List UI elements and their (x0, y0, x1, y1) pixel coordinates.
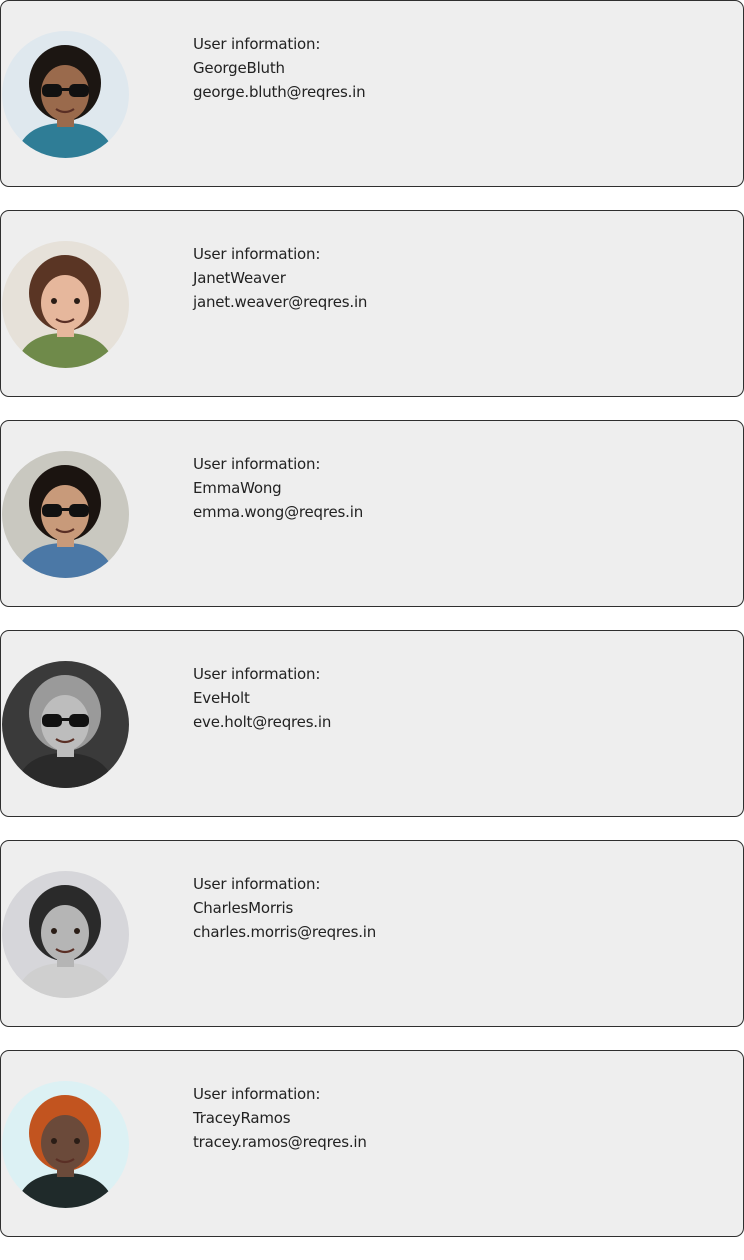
avatar (2, 451, 129, 578)
portrait-image (2, 871, 129, 998)
user-name: EmmaWong (193, 479, 282, 497)
portrait-image (2, 1081, 129, 1208)
user-info-heading: User information: (193, 1085, 321, 1103)
user-card: User information: EmmaWong emma.wong@req… (0, 420, 744, 607)
user-email: eve.holt@reqres.in (193, 713, 332, 731)
avatar (2, 871, 129, 998)
avatar (2, 241, 129, 368)
user-info: User information: TraceyRamos tracey.ram… (193, 1082, 367, 1154)
avatar (2, 661, 129, 788)
user-info: User information: GeorgeBluth george.blu… (193, 32, 366, 104)
user-card: User information: TraceyRamos tracey.ram… (0, 1050, 744, 1237)
avatar (2, 1081, 129, 1208)
user-name: JanetWeaver (193, 269, 286, 287)
user-info: User information: JanetWeaver janet.weav… (193, 242, 367, 314)
user-name: EveHolt (193, 689, 250, 707)
user-email: charles.morris@reqres.in (193, 923, 377, 941)
user-card: User information: GeorgeBluth george.blu… (0, 0, 744, 187)
portrait-image (2, 661, 129, 788)
user-info: User information: CharlesMorris charles.… (193, 872, 376, 944)
user-card: User information: EveHolt eve.holt@reqre… (0, 630, 744, 817)
user-email: tracey.ramos@reqres.in (193, 1133, 367, 1151)
user-email: janet.weaver@reqres.in (193, 293, 368, 311)
user-info: User information: EmmaWong emma.wong@req… (193, 452, 363, 524)
portrait-image (2, 31, 129, 158)
user-info-heading: User information: (193, 455, 321, 473)
portrait-image (2, 451, 129, 578)
avatar (2, 31, 129, 158)
user-email: emma.wong@reqres.in (193, 503, 363, 521)
user-name: TraceyRamos (193, 1109, 291, 1127)
user-info-heading: User information: (193, 665, 321, 683)
user-info-heading: User information: (193, 245, 321, 263)
user-info-heading: User information: (193, 35, 321, 53)
user-info-heading: User information: (193, 875, 321, 893)
user-email: george.bluth@reqres.in (193, 83, 366, 101)
user-name: CharlesMorris (193, 899, 294, 917)
portrait-image (2, 241, 129, 368)
user-card: User information: JanetWeaver janet.weav… (0, 210, 744, 397)
user-info: User information: EveHolt eve.holt@reqre… (193, 662, 331, 734)
user-name: GeorgeBluth (193, 59, 285, 77)
user-card: User information: CharlesMorris charles.… (0, 840, 744, 1027)
